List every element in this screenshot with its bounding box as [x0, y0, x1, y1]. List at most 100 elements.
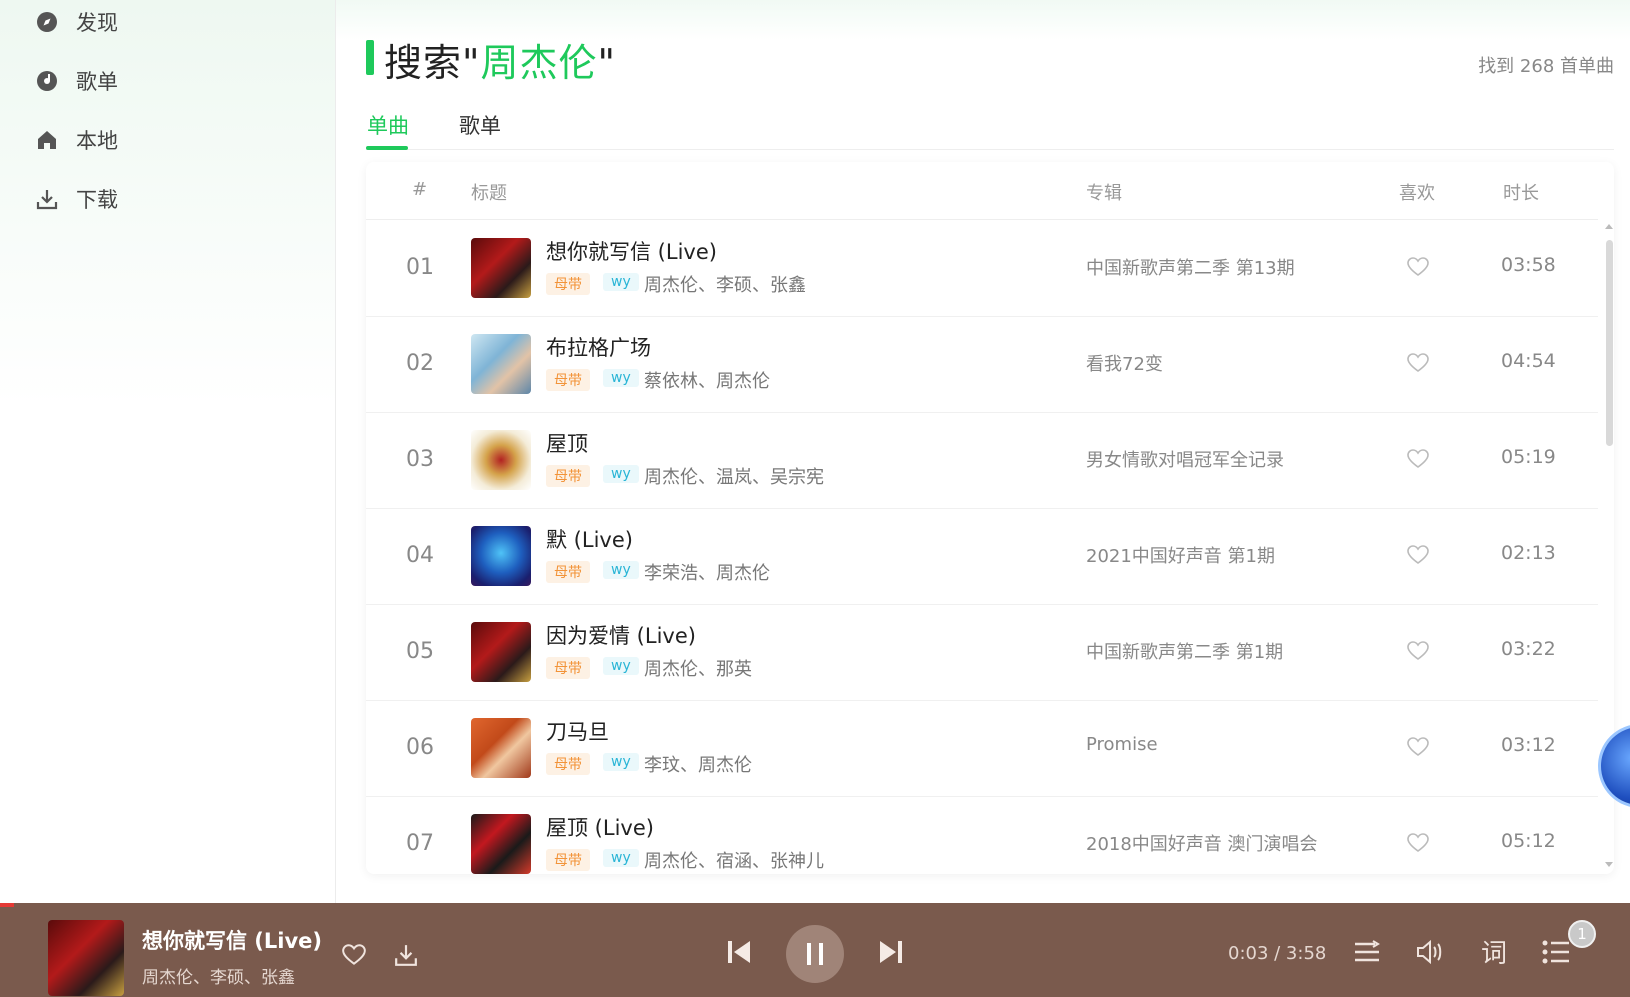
song-duration: 05:19: [1501, 446, 1556, 468]
next-track-icon[interactable]: [876, 937, 906, 967]
table-row[interactable]: 06 刀马旦 母带 wy 李玟、周杰伦 Promise 03:12: [366, 701, 1598, 797]
table-row[interactable]: 04 默 (Live) 母带 wy 李荣浩、周杰伦 2021中国好声音 第1期 …: [366, 509, 1598, 605]
song-title[interactable]: 布拉格广场: [546, 332, 651, 362]
now-playing-cover[interactable]: [48, 920, 124, 996]
pause-icon: [807, 943, 823, 965]
song-album[interactable]: 看我72变: [1086, 350, 1163, 376]
tab-playlists[interactable]: 歌单: [459, 110, 501, 140]
album-cover[interactable]: [471, 718, 531, 778]
source-tag: wy: [603, 465, 639, 483]
song-artists[interactable]: 周杰伦、温岚、吴宗宪: [644, 463, 824, 489]
song-album[interactable]: 2018中国好声音 澳门演唱会: [1086, 830, 1318, 856]
album-cover[interactable]: [471, 814, 531, 874]
home-icon: [36, 129, 58, 151]
download-icon[interactable]: [392, 941, 420, 969]
table-row[interactable]: 01 想你就写信 (Live) 母带 wy 周杰伦、李硕、张鑫 中国新歌声第二季…: [366, 221, 1598, 317]
tab-songs[interactable]: 单曲: [367, 110, 409, 140]
song-duration: 03:58: [1501, 254, 1556, 276]
heart-icon[interactable]: [1406, 351, 1430, 375]
volume-icon[interactable]: [1414, 936, 1446, 968]
heart-icon[interactable]: [1406, 543, 1430, 567]
song-album[interactable]: 2021中国好声音 第1期: [1086, 542, 1275, 568]
pause-button[interactable]: [786, 925, 844, 983]
header-like: 喜欢: [1399, 183, 1435, 204]
table-header: # 标题 专辑 喜欢 时长: [366, 162, 1598, 220]
scroll-up-arrow-icon[interactable]: [1605, 224, 1613, 229]
quality-tag: 母带: [546, 561, 590, 583]
heart-icon[interactable]: [1406, 447, 1430, 471]
album-cover[interactable]: [471, 430, 531, 490]
source-tag: wy: [603, 369, 639, 387]
song-artists[interactable]: 周杰伦、宿涵、张神儿: [644, 847, 824, 873]
song-title[interactable]: 因为爱情 (Live): [546, 620, 696, 650]
song-artists[interactable]: 周杰伦、那英: [644, 655, 752, 681]
table-row[interactable]: 05 因为爱情 (Live) 母带 wy 周杰伦、那英 中国新歌声第二季 第1期…: [366, 605, 1598, 701]
quality-tag: 母带: [546, 753, 590, 775]
play-order-icon[interactable]: [1352, 937, 1382, 967]
playlist-count-badge: 1: [1568, 920, 1596, 948]
song-artists[interactable]: 蔡依林、周杰伦: [644, 367, 770, 393]
table-row[interactable]: 02 布拉格广场 母带 wy 蔡依林、周杰伦 看我72变 04:54: [366, 317, 1598, 413]
song-artists[interactable]: 周杰伦、李硕、张鑫: [644, 271, 806, 297]
table-row[interactable]: 03 屋顶 母带 wy 周杰伦、温岚、吴宗宪 男女情歌对唱冠军全记录 05:19: [366, 413, 1598, 509]
lyrics-button[interactable]: 词: [1478, 935, 1510, 969]
song-album[interactable]: Promise: [1086, 734, 1158, 755]
now-playing-title[interactable]: 想你就写信 (Live): [142, 925, 322, 955]
header-title: 标题: [471, 183, 507, 204]
song-artists[interactable]: 李玟、周杰伦: [644, 751, 752, 777]
quality-tag: 母带: [546, 849, 590, 871]
heart-icon[interactable]: [1406, 639, 1430, 663]
table-row[interactable]: 07 屋顶 (Live) 母带 wy 周杰伦、宿涵、张神儿 2018中国好声音 …: [366, 797, 1598, 874]
heart-icon[interactable]: [340, 941, 368, 969]
now-playing-artists[interactable]: 周杰伦、李硕、张鑫: [142, 963, 295, 988]
song-duration: 03:12: [1501, 734, 1556, 756]
source-tag: wy: [603, 561, 639, 579]
result-count: 找到 268 首单曲: [1478, 56, 1614, 77]
row-index: 02: [406, 351, 434, 376]
album-cover[interactable]: [471, 334, 531, 394]
song-title[interactable]: 屋顶: [546, 428, 588, 458]
row-index: 04: [406, 543, 434, 568]
album-cover[interactable]: [471, 622, 531, 682]
song-table: # 标题 专辑 喜欢 时长 01 想你就写信 (Live) 母带 wy 周杰伦、…: [366, 162, 1614, 874]
album-cover[interactable]: [471, 526, 531, 586]
song-title[interactable]: 屋顶 (Live): [546, 812, 654, 842]
sidebar-item-label: 歌单: [76, 70, 118, 94]
song-album[interactable]: 男女情歌对唱冠军全记录: [1086, 446, 1284, 472]
album-cover[interactable]: [471, 238, 531, 298]
sidebar-item-local[interactable]: 本地: [36, 120, 118, 160]
disc-icon: [36, 70, 58, 92]
title-prefix: 搜索": [384, 41, 481, 85]
player-bar: 想你就写信 (Live) 周杰伦、李硕、张鑫 0:03 / 3:58 词 1: [0, 903, 1630, 997]
sidebar-item-label: 本地: [76, 129, 118, 153]
song-title[interactable]: 默 (Live): [546, 524, 633, 554]
quality-tag: 母带: [546, 369, 590, 391]
previous-track-icon[interactable]: [724, 937, 754, 967]
sidebar-item-playlists[interactable]: 歌单: [36, 61, 118, 101]
row-index: 01: [406, 255, 434, 280]
title-accent-bar: [366, 40, 374, 75]
sidebar-item-discover[interactable]: 发现: [36, 2, 118, 42]
quality-tag: 母带: [546, 465, 590, 487]
download-icon: [36, 188, 58, 210]
song-duration: 03:22: [1501, 638, 1556, 660]
song-artists[interactable]: 李荣浩、周杰伦: [644, 559, 770, 585]
song-album[interactable]: 中国新歌声第二季 第13期: [1086, 254, 1295, 280]
scroll-down-arrow-icon[interactable]: [1605, 862, 1613, 867]
heart-icon[interactable]: [1406, 735, 1430, 759]
search-keyword: 周杰伦: [480, 41, 598, 85]
tab-active-indicator: [366, 146, 408, 150]
scrollbar-thumb[interactable]: [1606, 240, 1613, 446]
playlist-icon[interactable]: [1540, 937, 1572, 967]
song-duration: 05:12: [1501, 830, 1556, 852]
heart-icon[interactable]: [1406, 831, 1430, 855]
song-title[interactable]: 刀马旦: [546, 716, 609, 746]
header-index: #: [412, 179, 428, 200]
playback-progress[interactable]: [0, 903, 14, 907]
page-title: 搜索"周杰伦": [384, 32, 616, 87]
song-title[interactable]: 想你就写信 (Live): [546, 236, 717, 266]
source-tag: wy: [603, 273, 639, 291]
song-album[interactable]: 中国新歌声第二季 第1期: [1086, 638, 1283, 664]
heart-icon[interactable]: [1406, 255, 1430, 279]
sidebar-item-download[interactable]: 下载: [36, 179, 118, 219]
